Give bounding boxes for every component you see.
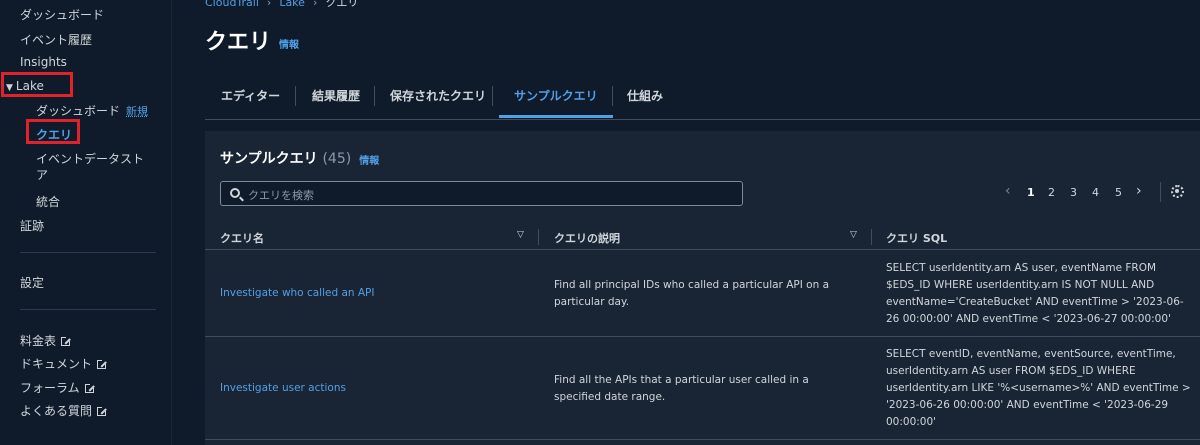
tab-editor[interactable]: エディター — [221, 78, 280, 118]
search-placeholder: クエリを検索 — [248, 189, 314, 202]
sidebar-item-integrations[interactable]: 統合 — [36, 193, 60, 210]
search-input[interactable]: クエリを検索 — [220, 181, 743, 206]
sidebar-divider — [20, 309, 156, 310]
table-header: クエリ名 ▽ クエリの説明 ▽ クエリ SQL — [205, 223, 1200, 250]
breadcrumb-current: クエリ — [325, 0, 359, 9]
page-title-text: クエリ — [205, 30, 272, 55]
tab-divider — [374, 86, 375, 106]
column-divider[interactable] — [538, 229, 539, 245]
search-icon — [230, 188, 240, 198]
sidebar-item-dashboard[interactable]: ダッシュボード — [20, 6, 104, 23]
sort-icon[interactable]: ▽ — [850, 230, 857, 240]
page-title: クエリ 情報 — [205, 24, 299, 56]
sidebar-item-forums[interactable]: フォーラム — [20, 379, 95, 396]
panel-title-text: サンプルクエリ — [220, 151, 318, 167]
tab-sample-queries[interactable]: サンプルクエリ — [499, 78, 613, 118]
query-description: Find all principal IDs who called a part… — [554, 279, 830, 308]
query-sql: SELECT eventID, eventName, eventSource, … — [886, 348, 1191, 428]
panel-title: サンプルクエリ (45) 情報 — [220, 148, 379, 168]
sidebar-item-pricing[interactable]: 料金表 — [20, 332, 72, 349]
tab-saved-queries[interactable]: 保存されたクエリ — [390, 78, 486, 118]
sidebar-item-trails[interactable]: 証跡 — [20, 217, 44, 234]
info-link[interactable]: 情報 — [359, 156, 379, 167]
chevron-right-icon: › — [312, 0, 318, 9]
external-link-icon — [84, 383, 95, 393]
query-description: Find all the APIs that a particular user… — [554, 374, 809, 403]
column-header-name[interactable]: クエリ名 — [220, 230, 264, 246]
external-link-icon — [97, 359, 108, 369]
highlight-box-query — [26, 119, 80, 144]
sidebar-item-settings[interactable]: 設定 — [20, 274, 44, 291]
sidebar-item-label: よくある質問 — [20, 404, 93, 418]
sidebar-item-lake-dashboard[interactable]: ダッシュボード 新規 — [36, 102, 148, 119]
sidebar-item-label: ダッシュボード — [36, 104, 121, 118]
info-link[interactable]: 情報 — [279, 40, 299, 51]
query-name-link[interactable]: Investigate user actions — [220, 382, 346, 394]
table-row: Investigate user actions Find all the AP… — [205, 338, 1200, 440]
chevron-left-icon[interactable]: ‹ — [1005, 183, 1011, 199]
page-4[interactable]: 4 — [1092, 186, 1099, 199]
sample-queries-panel: サンプルクエリ (45) 情報 クエリを検索 ‹ 1 2 3 4 5 › クエリ名… — [205, 131, 1200, 445]
sidebar-item-label: ドキュメント — [20, 357, 93, 371]
column-divider[interactable] — [871, 229, 872, 245]
sidebar-item-label: 料金表 — [20, 334, 57, 348]
external-link-icon — [97, 406, 108, 416]
breadcrumb: CloudTrail › Lake › クエリ — [205, 0, 358, 10]
gear-icon[interactable] — [1171, 185, 1184, 198]
tab-results-history[interactable]: 結果履歴 — [312, 78, 360, 118]
sidebar: ダッシュボード イベント履歴 Insights ▼ Lake ダッシュボード 新規 … — [0, 0, 172, 445]
page-5[interactable]: 5 — [1115, 186, 1122, 199]
chevron-right-icon: › — [266, 0, 272, 9]
breadcrumb-cloudtrail[interactable]: CloudTrail — [205, 0, 259, 9]
sidebar-item-documentation[interactable]: ドキュメント — [20, 355, 108, 372]
tab-divider — [492, 86, 493, 106]
table-row: Investigate who called an API Find all p… — [205, 251, 1200, 337]
sidebar-item-label: フォーラム — [20, 381, 80, 395]
sidebar-divider — [20, 252, 156, 253]
highlight-box-lake — [1, 72, 73, 97]
sidebar-item-faq[interactable]: よくある質問 — [20, 402, 108, 419]
pager-divider — [1160, 182, 1161, 202]
tab-how-it-works[interactable]: 仕組み — [627, 78, 663, 118]
new-badge: 新規 — [126, 105, 149, 118]
tab-divider — [295, 86, 296, 106]
column-header-description[interactable]: クエリの説明 — [554, 230, 620, 246]
page-3[interactable]: 3 — [1070, 186, 1077, 199]
column-header-sql[interactable]: クエリ SQL — [886, 230, 947, 246]
sidebar-item-insights[interactable]: Insights — [20, 55, 67, 69]
page-2[interactable]: 2 — [1048, 186, 1055, 199]
tab-bar: エディター 結果履歴 保存されたクエリ サンプルクエリ 仕組み — [205, 78, 1200, 120]
page-1[interactable]: 1 — [1027, 186, 1035, 199]
tab-divider — [612, 86, 613, 106]
query-sql: SELECT userIdentity.arn AS user, eventNa… — [886, 262, 1184, 325]
sidebar-item-event-data-store[interactable]: イベントデータストア — [36, 151, 151, 183]
sort-icon[interactable]: ▽ — [517, 230, 524, 240]
sidebar-item-event-history[interactable]: イベント履歴 — [20, 31, 92, 48]
query-name-link[interactable]: Investigate who called an API — [220, 287, 375, 299]
external-link-icon — [61, 336, 72, 346]
chevron-right-icon[interactable]: › — [1136, 183, 1142, 199]
query-count: (45) — [322, 151, 352, 167]
breadcrumb-lake[interactable]: Lake — [279, 0, 305, 9]
